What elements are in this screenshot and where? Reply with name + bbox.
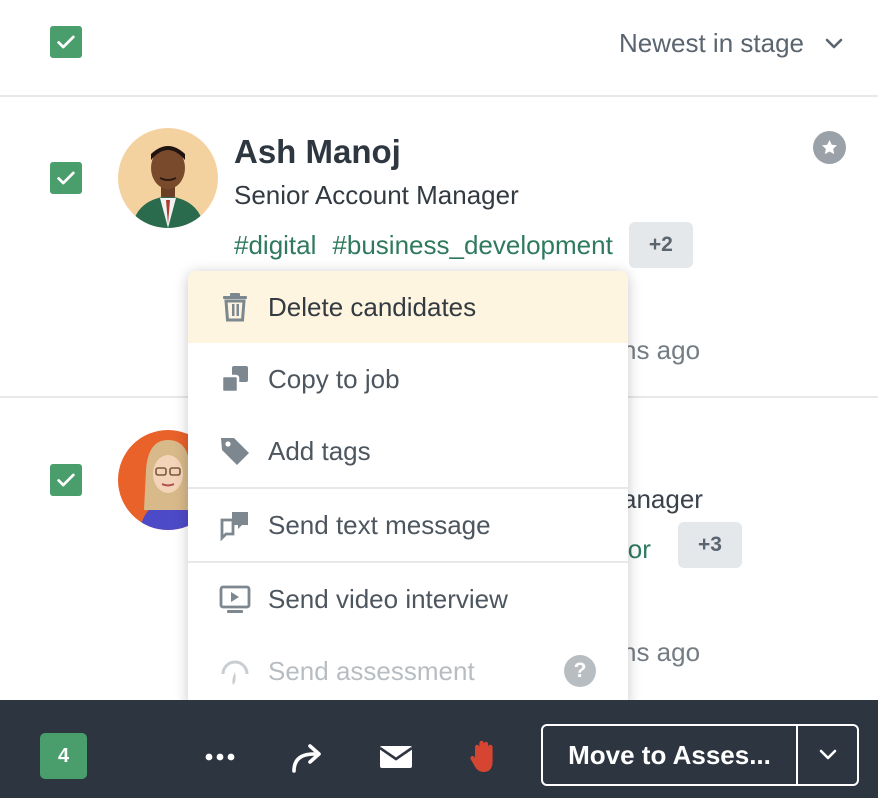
move-to-stage-button: Move to Asses...	[541, 724, 859, 786]
menu-item-label: Send assessment	[268, 655, 475, 686]
text-message-icon	[218, 508, 252, 542]
candidate-tags: #digital #business_development +2	[234, 222, 693, 268]
candidate-name[interactable]: Ash Manoj	[234, 133, 401, 171]
menu-item-label: Send text message	[268, 509, 491, 540]
candidate-checkbox[interactable]	[50, 162, 82, 194]
sort-label: Newest in stage	[619, 28, 804, 58]
tag[interactable]: #digital	[234, 230, 316, 261]
menu-item-label: Delete candidates	[268, 291, 477, 322]
video-icon	[218, 582, 252, 616]
candidate-avatar[interactable]	[118, 128, 218, 228]
more-tags-badge[interactable]: +3	[678, 522, 742, 568]
copy-icon	[218, 362, 252, 396]
star-icon[interactable]	[813, 131, 846, 164]
candidate-time: ns ago	[622, 637, 701, 667]
more-tags-badge[interactable]: +2	[628, 222, 693, 268]
help-icon[interactable]: ?	[564, 655, 596, 687]
move-to-stage-label[interactable]: Move to Asses...	[543, 726, 796, 784]
menu-item-copy-to-job[interactable]: Copy to job	[188, 343, 628, 415]
chevron-down-icon	[819, 749, 836, 760]
candidate-time: ns ago	[622, 335, 701, 365]
menu-item-delete-candidates[interactable]: Delete candidates	[188, 271, 628, 343]
checkmark-icon	[57, 473, 75, 487]
candidate-checkbox[interactable]	[50, 464, 82, 496]
menu-item-send-assessment: Send assessment ?	[188, 635, 628, 707]
forward-icon[interactable]	[288, 738, 326, 776]
menu-item-send-video-interview[interactable]: Send video interview	[188, 563, 628, 635]
checkmark-icon	[57, 171, 75, 185]
stage-dropdown-toggle[interactable]	[798, 726, 857, 784]
selected-count-badge: 4	[40, 733, 87, 779]
menu-item-label: Send video interview	[268, 583, 508, 614]
candidate-title: Senior Account Manager	[234, 180, 519, 210]
reject-hand-icon[interactable]	[466, 738, 504, 776]
candidate-title-fragment: anager	[622, 484, 703, 514]
tag[interactable]: #business_development	[332, 230, 612, 261]
assessment-icon	[218, 654, 252, 688]
sort-dropdown[interactable]: Newest in stage	[619, 28, 844, 59]
email-icon[interactable]	[377, 738, 415, 776]
menu-item-send-text-message[interactable]: Send text message	[188, 489, 628, 561]
menu-item-label: Copy to job	[268, 363, 400, 394]
more-icon[interactable]	[201, 738, 239, 776]
checkmark-icon	[57, 35, 75, 49]
chevron-down-icon	[825, 38, 843, 48]
select-all-checkbox[interactable]	[50, 26, 82, 58]
menu-item-label: Add tags	[268, 435, 371, 466]
bulk-action-bar: 4 Move to Asses...	[0, 700, 878, 798]
menu-item-add-tags[interactable]: Add tags	[188, 415, 628, 487]
list-header: Newest in stage	[0, 0, 878, 97]
bulk-actions-menu: Delete candidates Copy to job Add tags S…	[188, 271, 628, 707]
trash-icon	[218, 290, 252, 324]
tag-icon	[218, 434, 252, 468]
